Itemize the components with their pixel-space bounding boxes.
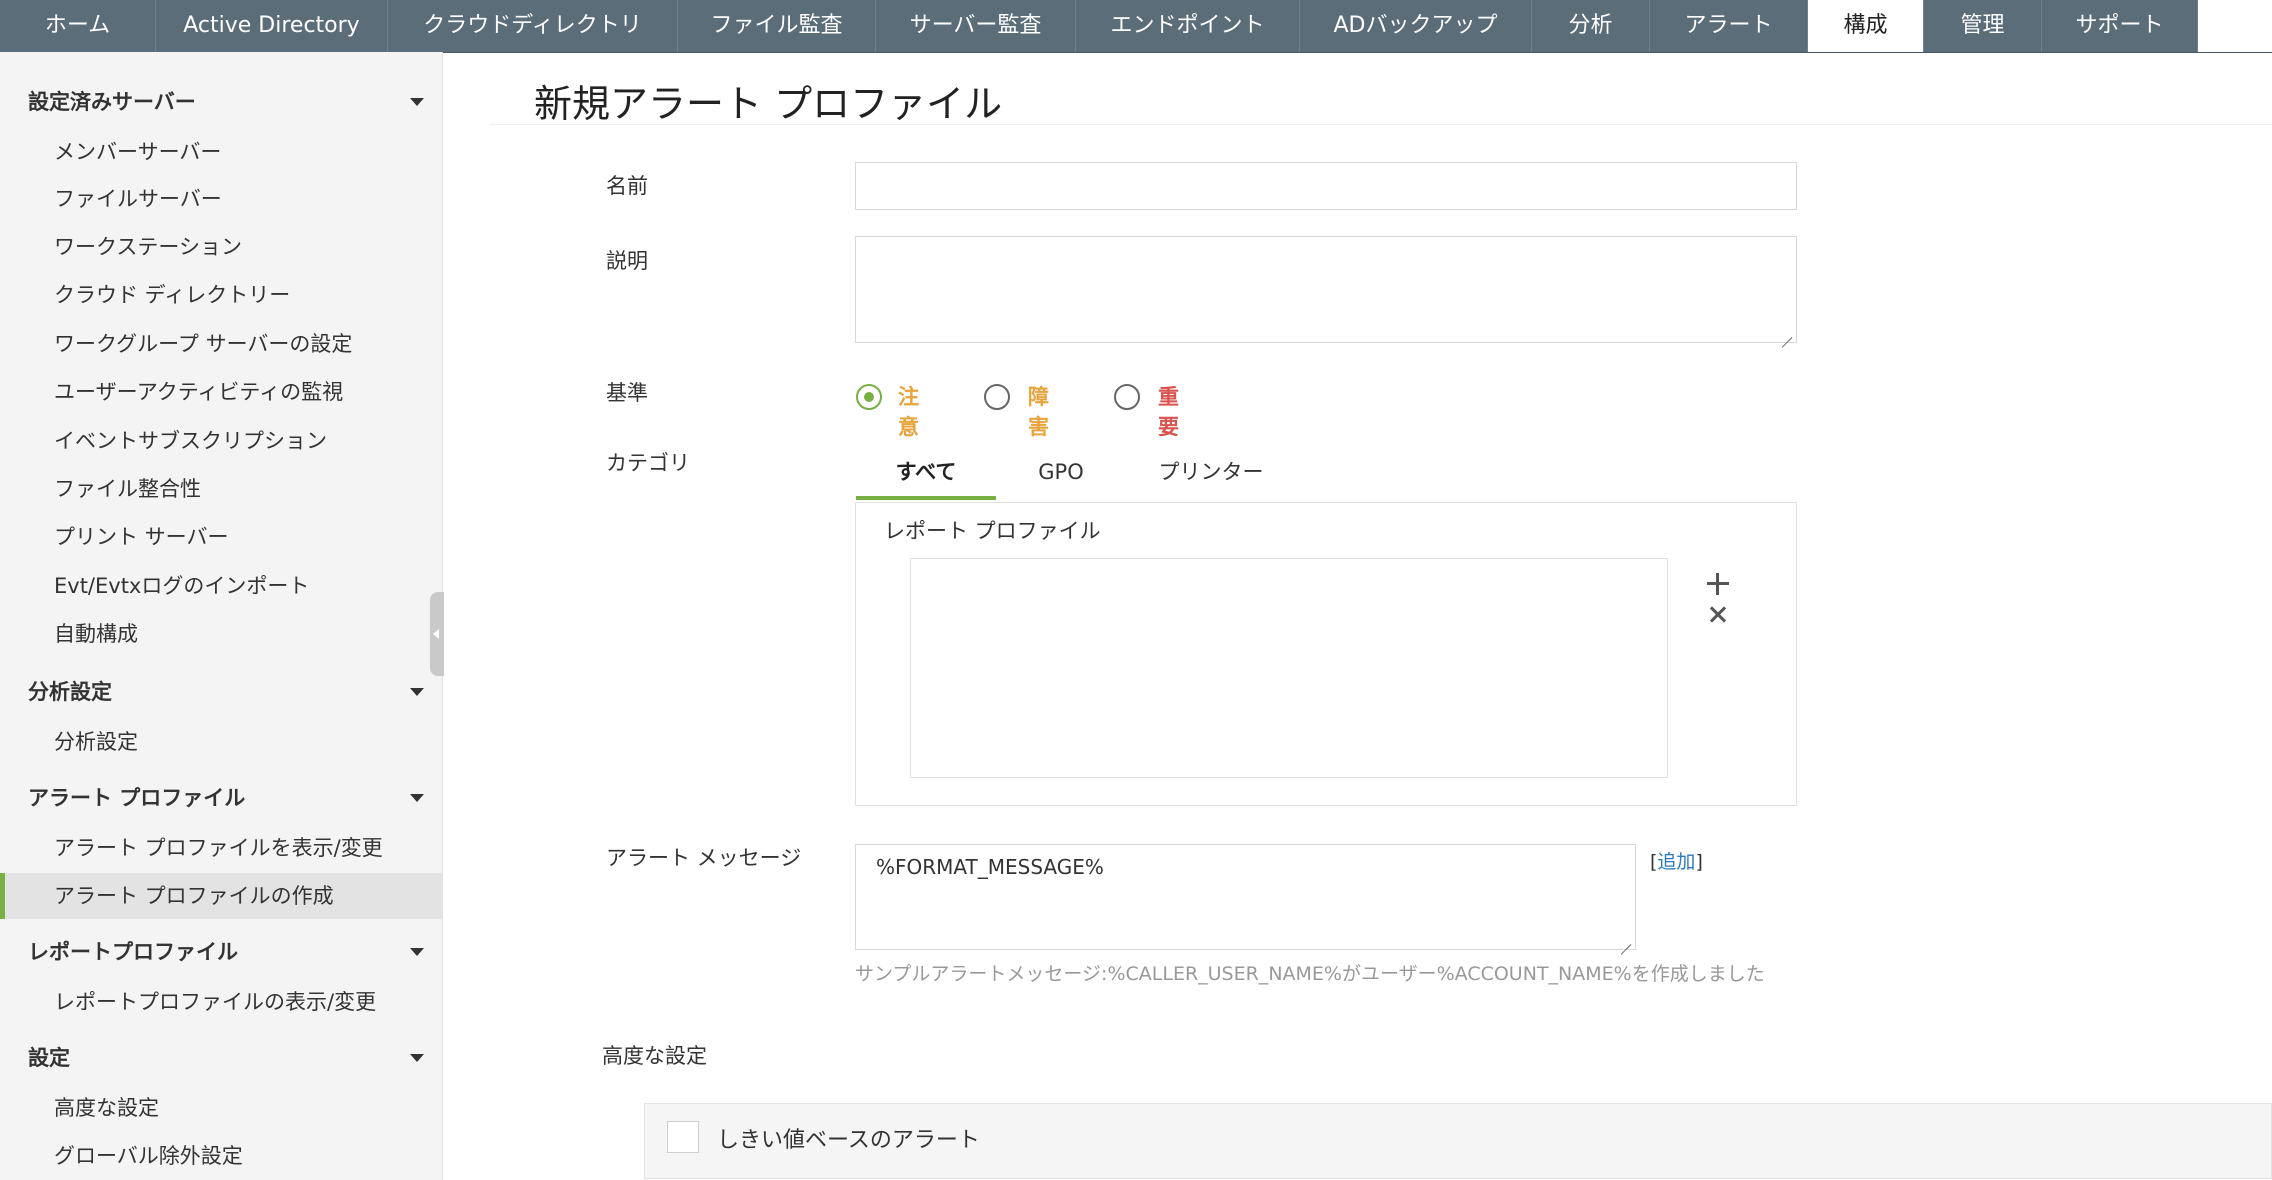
tab-alerts[interactable]: アラート	[1650, 0, 1808, 52]
close-icon[interactable]	[1706, 603, 1730, 627]
sidebar-item-workgroup-server[interactable]: ワークグループ サーバーの設定	[0, 321, 443, 367]
threshold-alert-row[interactable]: しきい値ベースのアラート	[644, 1103, 2272, 1179]
threshold-alert-label[interactable]: しきい値ベースのアラート	[717, 1122, 980, 1154]
chevron-down-icon	[410, 98, 424, 106]
alert-message-label: アラート メッセージ	[606, 846, 802, 870]
criteria-label-warning[interactable]: 注意	[898, 382, 919, 442]
sidebar-section-title: 設定済みサーバー	[28, 90, 196, 114]
sidebar: 設定済みサーバー メンバーサーバー ファイルサーバー ワークステーション クラウ…	[0, 52, 443, 1180]
add-macro-link-group: [追加]	[1650, 847, 1703, 874]
tab-analytics[interactable]: 分析	[1532, 0, 1650, 52]
tab-configuration[interactable]: 構成	[1808, 0, 1924, 52]
tab-support[interactable]: サポート	[2042, 0, 2198, 52]
description-textarea[interactable]	[855, 236, 1797, 343]
tab-ad-backup[interactable]: ADバックアップ	[1300, 0, 1532, 52]
advanced-settings-label: 高度な設定	[602, 1044, 707, 1068]
title-divider	[490, 124, 2272, 125]
top-navigation: ホーム Active Directory クラウドディレクトリ ファイル監査 サ…	[0, 0, 2272, 53]
plus-icon[interactable]	[1704, 571, 1732, 599]
sidebar-item-print-server[interactable]: プリント サーバー	[0, 514, 443, 560]
sidebar-item-global-exclusion[interactable]: グローバル除外設定	[0, 1133, 443, 1179]
sidebar-item-member-server[interactable]: メンバーサーバー	[0, 129, 443, 175]
sidebar-item-user-activity[interactable]: ユーザーアクティビティの監視	[0, 369, 443, 415]
resize-grip-icon[interactable]	[1780, 326, 1792, 338]
chevron-down-icon	[410, 948, 424, 956]
add-macro-link[interactable]: 追加	[1657, 851, 1695, 873]
tab-home[interactable]: ホーム	[0, 0, 156, 52]
sidebar-item-view-alert-profiles[interactable]: アラート プロファイルを表示/変更	[0, 825, 443, 871]
sidebar-item-event-subscription[interactable]: イベントサブスクリプション	[0, 418, 443, 464]
description-label: 説明	[606, 249, 648, 273]
category-tab-gpo[interactable]: GPO	[996, 452, 1126, 500]
sidebar-section-title: アラート プロファイル	[28, 786, 246, 810]
category-label: カテゴリ	[606, 451, 690, 475]
criteria-radio-failure[interactable]	[984, 384, 1010, 410]
sidebar-section-title: 設定	[28, 1046, 70, 1070]
criteria-label: 基準	[606, 381, 648, 405]
chevron-down-icon	[410, 1054, 424, 1062]
name-label: 名前	[606, 174, 648, 198]
sidebar-collapse-handle[interactable]	[430, 592, 444, 676]
bracket-close: ]	[1695, 851, 1703, 873]
criteria-radio-warning[interactable]	[856, 384, 882, 410]
sidebar-section-analytics-settings[interactable]: 分析設定	[28, 675, 424, 709]
category-panel: レポート プロファイル	[855, 502, 1797, 806]
sidebar-section-title: 分析設定	[28, 680, 112, 704]
tab-admin[interactable]: 管理	[1924, 0, 2042, 52]
tab-active-directory[interactable]: Active Directory	[156, 0, 388, 52]
sidebar-item-evt-import[interactable]: Evt/Evtxログのインポート	[0, 563, 443, 609]
chevron-down-icon	[410, 794, 424, 802]
sidebar-item-view-report-profiles[interactable]: レポートプロファイルの表示/変更	[0, 979, 443, 1025]
threshold-alert-checkbox[interactable]	[667, 1121, 699, 1153]
report-profile-title: レポート プロファイル	[884, 519, 1101, 543]
sidebar-item-auto-config[interactable]: 自動構成	[0, 611, 443, 657]
chevron-down-icon	[410, 688, 424, 696]
category-tab-printer[interactable]: プリンター	[1126, 452, 1296, 500]
sidebar-item-workstation[interactable]: ワークステーション	[0, 224, 443, 270]
criteria-radio-critical[interactable]	[1114, 384, 1140, 410]
sidebar-section-configured-servers[interactable]: 設定済みサーバー	[28, 85, 424, 119]
sidebar-item-file-integrity[interactable]: ファイル整合性	[0, 466, 443, 512]
sidebar-section-alert-profiles[interactable]: アラート プロファイル	[28, 781, 424, 815]
name-input[interactable]	[855, 162, 1797, 210]
topnav-filler	[2198, 0, 2272, 52]
category-tab-all[interactable]: すべて	[856, 452, 996, 500]
sidebar-section-report-profiles[interactable]: レポートプロファイル	[28, 935, 424, 969]
report-profile-list[interactable]	[910, 558, 1668, 778]
tab-server-audit[interactable]: サーバー監査	[876, 0, 1076, 52]
criteria-label-critical[interactable]: 重要	[1158, 382, 1179, 442]
sidebar-item-create-alert-profile[interactable]: アラート プロファイルの作成	[0, 873, 443, 919]
sidebar-section-title: レポートプロファイル	[28, 940, 238, 964]
resize-grip-icon[interactable]	[1619, 933, 1631, 945]
sidebar-item-cloud-directory[interactable]: クラウド ディレクトリー	[0, 272, 443, 318]
alert-message-textarea[interactable]: %FORMAT_MESSAGE%	[855, 844, 1636, 950]
sidebar-section-settings[interactable]: 設定	[28, 1041, 424, 1075]
criteria-label-failure[interactable]: 障害	[1028, 382, 1049, 442]
sidebar-item-advanced-settings[interactable]: 高度な設定	[0, 1085, 443, 1131]
tab-file-audit[interactable]: ファイル監査	[678, 0, 876, 52]
sidebar-item-file-server[interactable]: ファイルサーバー	[0, 176, 443, 222]
tab-cloud-directory[interactable]: クラウドディレクトリ	[388, 0, 678, 52]
sidebar-item-analytics-settings[interactable]: 分析設定	[0, 719, 443, 765]
alert-message-value: %FORMAT_MESSAGE%	[876, 855, 1104, 879]
tab-endpoint[interactable]: エンドポイント	[1076, 0, 1300, 52]
sample-alert-message-hint: サンプルアラートメッセージ:%CALLER_USER_NAME%がユーザー%AC…	[855, 963, 1765, 985]
